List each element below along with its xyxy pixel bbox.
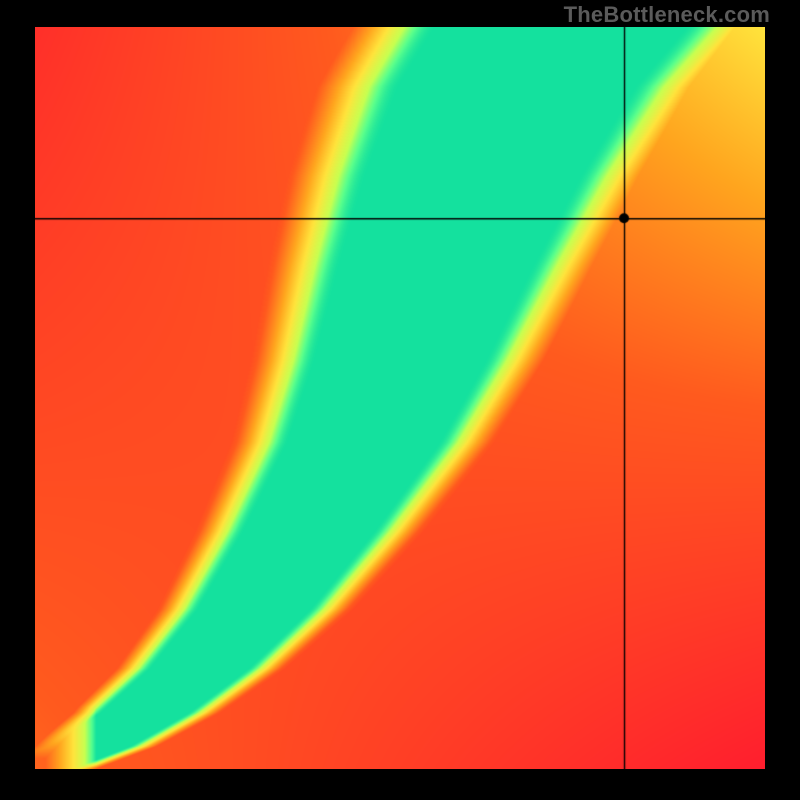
plot-area xyxy=(35,27,765,769)
crosshair-overlay xyxy=(35,27,765,769)
chart-container: TheBottleneck.com xyxy=(0,0,800,800)
watermark-text: TheBottleneck.com xyxy=(564,2,770,28)
